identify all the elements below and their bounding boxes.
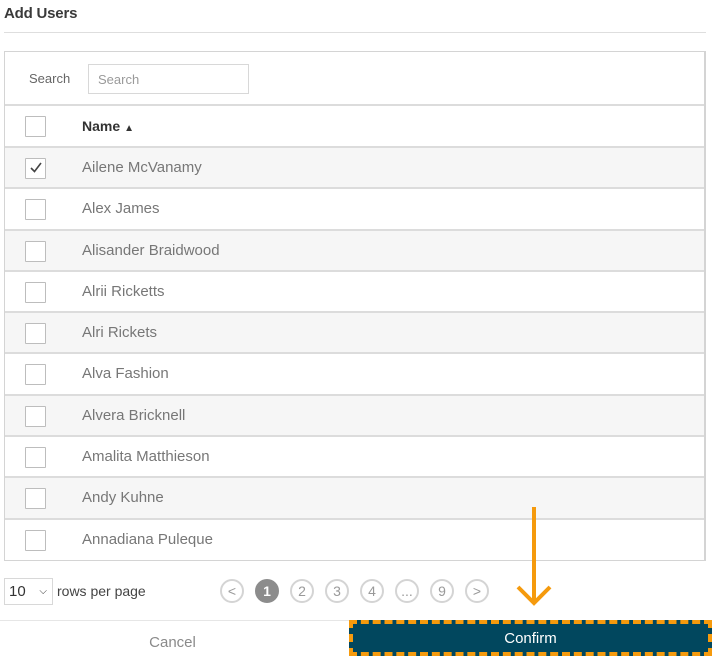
checkmark-icon xyxy=(30,162,42,173)
table-header-row: Name ▲ xyxy=(5,106,704,148)
search-input[interactable] xyxy=(88,64,249,94)
pagination: < 1 2 3 4 ... 9 > xyxy=(220,579,489,603)
row-name: Alex James xyxy=(82,200,160,218)
page-button-3[interactable]: 3 xyxy=(325,579,349,603)
column-header-name-label: Name xyxy=(82,118,121,134)
page-button-1[interactable]: 1 xyxy=(255,579,279,603)
table-footer: 10 ⌵ rows per page < 1 2 3 4 ... 9 > xyxy=(4,578,706,606)
action-divider xyxy=(0,620,350,621)
page-button-2[interactable]: 2 xyxy=(290,579,314,603)
row-name: Alrii Ricketts xyxy=(82,282,165,300)
table-row[interactable]: Alex James xyxy=(5,189,704,231)
page-button-9[interactable]: 9 xyxy=(430,579,454,603)
row-name: Ailene McVanamy xyxy=(82,159,202,176)
annotation-arrow-icon xyxy=(516,507,552,606)
row-checkbox[interactable] xyxy=(25,488,46,510)
table-row[interactable]: Alisander Braidwood xyxy=(5,230,704,272)
row-name: Alva Fashion xyxy=(82,365,169,383)
row-checkbox[interactable] xyxy=(25,405,46,427)
sort-ascending-icon: ▲ xyxy=(124,123,135,134)
rows-per-page-label: rows per page xyxy=(57,583,146,599)
table-row[interactable]: Annadiana Puleque xyxy=(5,520,704,561)
cancel-button[interactable]: Cancel xyxy=(100,630,245,654)
row-name: Annadiana Puleque xyxy=(82,530,213,548)
row-checkbox[interactable] xyxy=(25,447,46,469)
table-row[interactable]: Alva Fashion xyxy=(5,354,704,396)
search-bar: Search xyxy=(5,52,704,106)
rows-per-page-select[interactable]: 10 ⌵ xyxy=(4,578,53,605)
row-checkbox[interactable] xyxy=(25,529,46,551)
search-label: Search xyxy=(29,71,71,86)
row-name: Alisander Braidwood xyxy=(82,241,220,259)
select-all-checkbox[interactable] xyxy=(25,116,46,137)
rows-per-page-value: 10 xyxy=(9,583,26,600)
table-row[interactable]: Amalita Matthieson xyxy=(5,437,704,479)
confirm-button[interactable]: Confirm xyxy=(349,620,712,656)
row-checkbox[interactable] xyxy=(25,323,46,345)
row-checkbox[interactable] xyxy=(25,199,46,221)
table-row[interactable]: Ailene McVanamy xyxy=(5,148,704,190)
row-name: Amalita Matthieson xyxy=(82,448,210,466)
next-page-button[interactable]: > xyxy=(465,579,489,603)
row-name: Alri Rickets xyxy=(82,324,158,342)
chevron-down-icon: ⌵ xyxy=(39,586,47,597)
table-row[interactable]: Alvera Bricknell xyxy=(5,395,704,438)
table-row[interactable]: Alri Rickets xyxy=(5,313,704,355)
table-body: Ailene McVanamy Alex James Alisander Bra… xyxy=(5,148,704,561)
dialog-title: Add Users xyxy=(4,5,78,22)
title-divider xyxy=(4,32,706,33)
row-checkbox[interactable] xyxy=(25,364,46,386)
page-button-4[interactable]: 4 xyxy=(360,579,384,603)
row-checkbox[interactable] xyxy=(25,158,46,179)
prev-page-button[interactable]: < xyxy=(220,579,244,603)
users-table: Search Name▲ Ailene McVanamy Alex James … xyxy=(4,51,706,561)
table-row[interactable]: Alrii Ricketts xyxy=(5,272,704,314)
row-checkbox[interactable] xyxy=(25,281,46,303)
row-name: Alvera Bricknell xyxy=(82,406,186,424)
column-header-name[interactable]: Name ▲ xyxy=(82,118,134,134)
row-checkbox[interactable] xyxy=(25,240,46,262)
table-row[interactable]: Andy Kuhne xyxy=(5,478,704,520)
page-ellipsis-button[interactable]: ... xyxy=(395,579,419,603)
row-name: Andy Kuhne xyxy=(82,489,164,507)
